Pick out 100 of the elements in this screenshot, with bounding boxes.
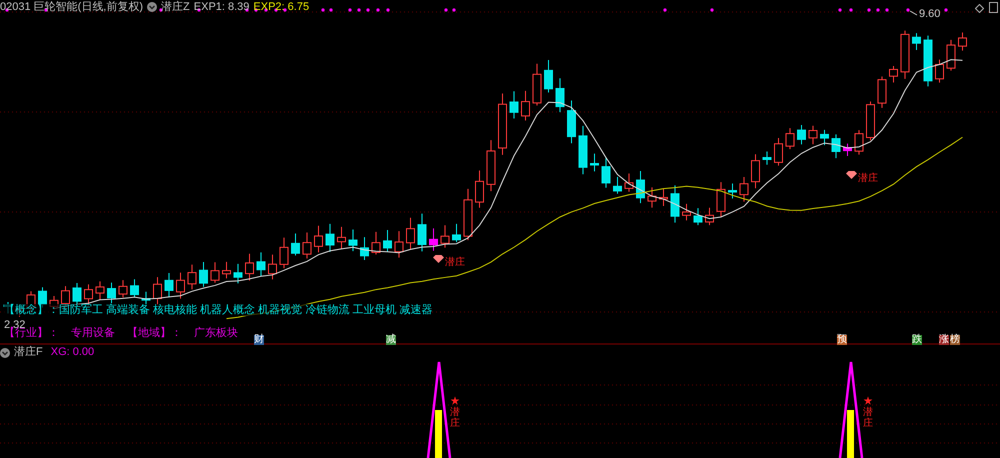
candlestick [406, 217, 415, 250]
candlestick [348, 228, 358, 252]
event-tag[interactable]: 涨 [939, 335, 949, 345]
event-tag[interactable]: 跌 [912, 335, 922, 345]
gem-icon [433, 255, 444, 263]
gem-icon [846, 171, 857, 179]
candlestick [302, 232, 312, 259]
window-icon[interactable] [989, 2, 998, 13]
candlestick [153, 276, 162, 306]
dropdown-icon[interactable] [147, 2, 158, 12]
candlestick [372, 231, 380, 255]
indicator-name: 潜庄F [14, 347, 43, 358]
diamond-icon[interactable] [975, 4, 984, 13]
region-value: 广东板块 [194, 328, 238, 339]
candlestick [394, 230, 404, 258]
candlestick [866, 100, 875, 141]
candlestick [326, 223, 334, 252]
candlestick [464, 188, 472, 241]
candlestick [762, 150, 772, 166]
candlestick [613, 176, 622, 194]
candlestick [280, 237, 288, 269]
candlestick [774, 138, 783, 166]
candlestick [256, 252, 266, 278]
candlestick [199, 262, 208, 288]
candlestick [532, 63, 542, 106]
candlestick [429, 228, 438, 252]
candlestick [164, 272, 174, 298]
candlestick [912, 32, 921, 50]
candlestick [935, 59, 944, 84]
signal-label: ★潜庄 [450, 396, 460, 429]
candlestick [900, 30, 910, 80]
event-tag[interactable]: 减 [386, 335, 396, 345]
candlestick [440, 224, 450, 248]
candlestick [360, 236, 369, 260]
candlestick [797, 124, 806, 145]
candlestick [854, 130, 864, 156]
indicator-value: EXP1: 8.39 [194, 2, 250, 12]
candlestick [556, 78, 564, 113]
candlestick [946, 39, 956, 72]
candlestick [234, 263, 242, 284]
candlestick [820, 129, 829, 146]
event-tag[interactable]: 财 [254, 335, 264, 345]
candlestick [544, 59, 553, 93]
candlestick [210, 262, 220, 284]
candlestick [924, 35, 932, 87]
candlestick [521, 90, 530, 122]
candlestick [578, 125, 588, 175]
leader-line [910, 10, 918, 16]
candlestick [510, 90, 518, 120]
candlestick [636, 170, 645, 204]
candlestick [452, 223, 461, 243]
candlestick [751, 154, 760, 189]
event-tag[interactable]: 预 [837, 335, 847, 345]
candlestick [808, 125, 818, 145]
candlestick [716, 182, 726, 217]
stock-title: 02031 巨轮智能(日线,前复权) [0, 2, 144, 12]
candlestick [383, 230, 392, 253]
signal-label: 潜庄 [445, 258, 465, 268]
candlestick [659, 188, 668, 206]
candlestick [694, 208, 702, 226]
candlestick [786, 128, 794, 150]
candlestick [291, 233, 300, 256]
candlestick [878, 76, 886, 108]
candlestick [624, 173, 634, 192]
industry-label: 【行业】： [4, 328, 59, 339]
indicator-bar [847, 410, 854, 458]
indicator-value: EXP2: 6.75 [253, 2, 310, 12]
signal-label: ★潜庄 [863, 396, 873, 429]
price-label: 9.60 [919, 9, 940, 20]
candlestick [498, 92, 507, 156]
candlestick [486, 140, 496, 192]
candlestick [958, 32, 967, 52]
candlestick [728, 183, 737, 200]
candlestick [648, 186, 656, 208]
signal-label: 潜庄 [858, 174, 878, 184]
candlestick [843, 143, 852, 157]
candlestick [567, 100, 576, 144]
candlestick [107, 282, 116, 304]
candlestick [176, 272, 185, 300]
dropdown-icon[interactable] [0, 348, 10, 358]
candlestick [670, 184, 680, 224]
indicator-name: 潜庄Z [161, 2, 190, 12]
candlestick [314, 225, 323, 253]
candlestick [740, 176, 748, 202]
event-tag[interactable]: 榜 [950, 335, 960, 345]
candlestick [705, 207, 714, 226]
region-label: 【地域】： [127, 328, 182, 339]
candlestick [188, 264, 196, 290]
candlestick [337, 226, 346, 250]
candlestick [222, 261, 231, 279]
candlestick [682, 203, 691, 221]
candlestick [245, 253, 254, 282]
indicator-value: XG: 0.00 [50, 347, 94, 358]
candlestick [118, 280, 128, 298]
candlestick [889, 65, 898, 83]
candlestick [268, 254, 277, 280]
indicator-bar [435, 410, 442, 458]
candlestick [602, 156, 610, 188]
candlestick [590, 153, 599, 172]
candlestick [418, 213, 426, 252]
